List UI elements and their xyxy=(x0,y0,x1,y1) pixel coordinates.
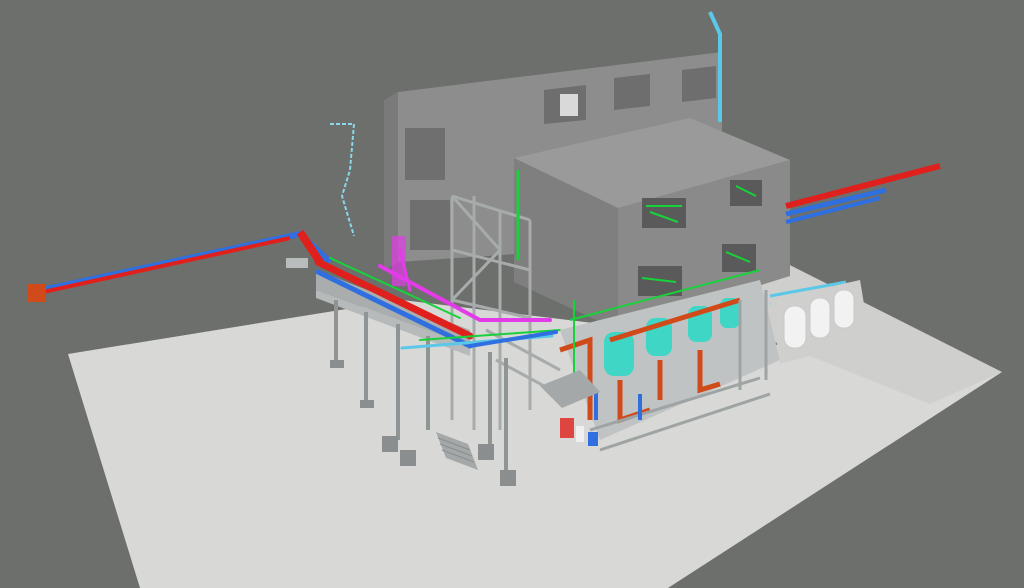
left-pipe-run xyxy=(28,229,333,302)
plant-3d-model[interactable] xyxy=(0,0,1024,588)
viewport[interactable] xyxy=(0,0,1024,588)
